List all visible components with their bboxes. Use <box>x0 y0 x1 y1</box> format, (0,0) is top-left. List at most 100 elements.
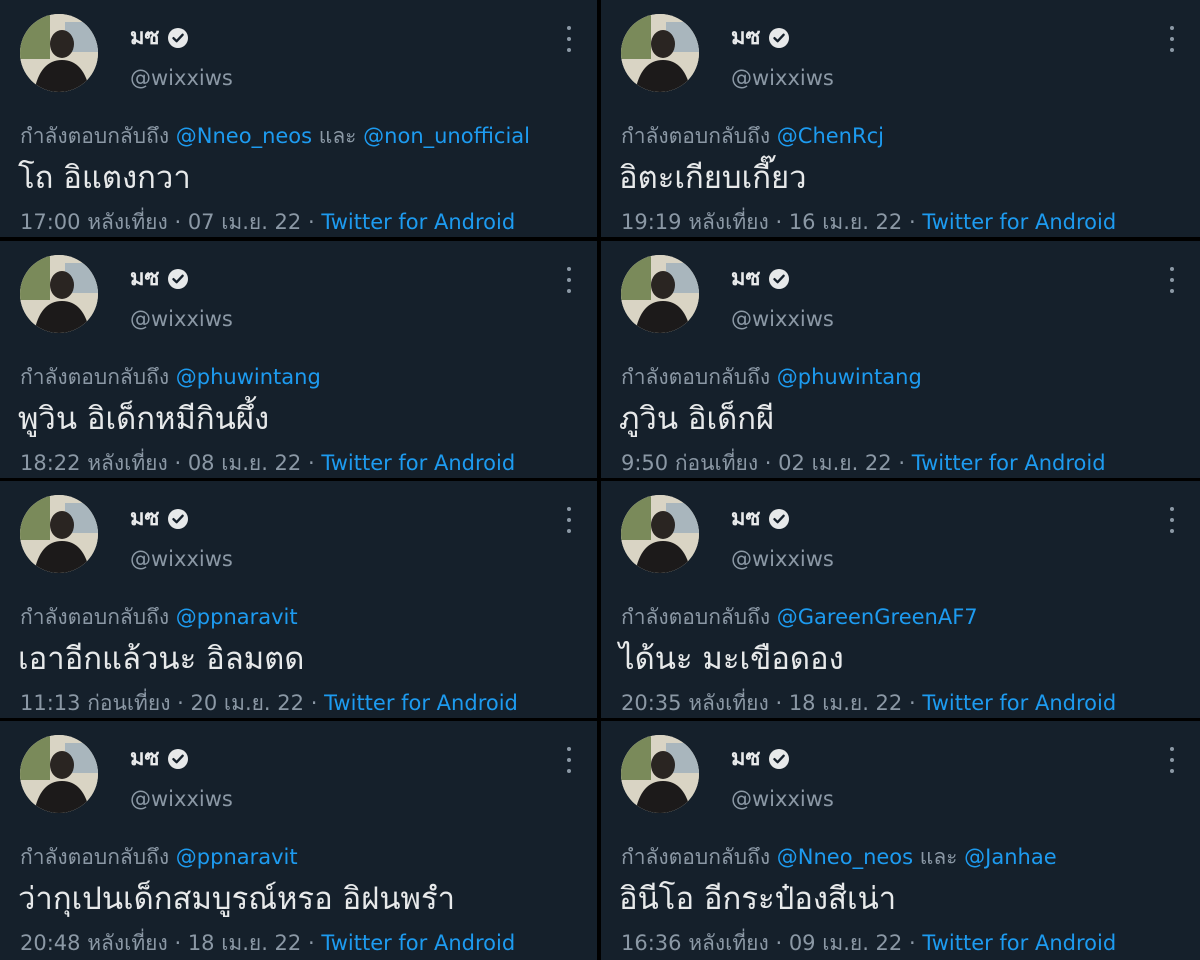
author-name-row[interactable]: มซ <box>130 745 189 773</box>
mention-join: และ <box>318 124 357 148</box>
user-handle[interactable]: @wixxiws <box>731 545 834 573</box>
user-handle[interactable]: @wixxiws <box>130 305 233 333</box>
tweet-time[interactable]: 18:22 หลังเที่ยง <box>20 451 168 475</box>
tweet-time[interactable]: 16:36 หลังเที่ยง <box>621 931 769 955</box>
avatar[interactable] <box>621 255 699 333</box>
more-options-icon[interactable] <box>561 747 577 773</box>
display-name[interactable]: มซ <box>731 505 760 533</box>
display-name[interactable]: มซ <box>130 265 159 293</box>
tweet-card[interactable]: มซ @wixxiws กำลังตอบกลับถึง @ChenRcj อิต… <box>601 0 1200 237</box>
reply-prefix: กำลังตอบกลับถึง <box>621 845 771 869</box>
meta-separator: · <box>775 931 783 955</box>
source-link[interactable]: Twitter for Android <box>321 210 515 234</box>
author-name-row[interactable]: มซ <box>731 745 790 773</box>
more-options-icon[interactable] <box>561 507 577 533</box>
tweet-time[interactable]: 20:48 หลังเที่ยง <box>20 931 168 955</box>
tweet-date[interactable]: 18 เม.ย. 22 <box>789 691 902 715</box>
reply-context: กำลังตอบกลับถึง @Nneo_neos และ @non_unof… <box>20 122 530 150</box>
tweet-text: ภูวิน อิเด็กผี <box>619 401 775 437</box>
mention-link[interactable]: @Nneo_neos <box>176 124 312 148</box>
display-name[interactable]: มซ <box>731 745 760 773</box>
tweet-card[interactable]: มซ @wixxiws กำลังตอบกลับถึง @GareenGreen… <box>601 481 1200 718</box>
tweet-date[interactable]: 18 เม.ย. 22 <box>188 931 301 955</box>
user-handle[interactable]: @wixxiws <box>731 64 834 92</box>
mention-link[interactable]: @phuwintang <box>176 365 321 389</box>
tweet-time[interactable]: 9:50 ก่อนเที่ยง <box>621 451 758 475</box>
source-link[interactable]: Twitter for Android <box>324 691 518 715</box>
mention-link[interactable]: @Janhae <box>964 845 1056 869</box>
tweet-date[interactable]: 02 เม.ย. 22 <box>778 451 891 475</box>
avatar[interactable] <box>20 495 98 573</box>
meta-separator: · <box>177 691 184 715</box>
mention-link[interactable]: @ppnaravit <box>176 845 298 869</box>
tweet-time[interactable]: 20:35 หลังเที่ยง <box>621 691 769 715</box>
meta-separator: · <box>174 931 182 955</box>
tweet-card[interactable]: มซ @wixxiws กำลังตอบกลับถึง @phuwintang … <box>601 241 1200 478</box>
tweet-date[interactable]: 07 เม.ย. 22 <box>188 210 301 234</box>
source-link[interactable]: Twitter for Android <box>922 931 1116 955</box>
author-name-row[interactable]: มซ <box>731 24 790 52</box>
more-options-icon[interactable] <box>561 26 577 52</box>
source-link[interactable]: Twitter for Android <box>922 691 1116 715</box>
mention-link[interactable]: @ppnaravit <box>176 605 298 629</box>
tweet-meta: 20:35 หลังเที่ยง · 18 เม.ย. 22 · Twitter… <box>621 689 1116 717</box>
tweet-card[interactable]: มซ @wixxiws กำลังตอบกลับถึง @Nneo_neos แ… <box>0 0 597 237</box>
user-handle[interactable]: @wixxiws <box>130 64 233 92</box>
more-options-icon[interactable] <box>1164 267 1180 293</box>
display-name[interactable]: มซ <box>731 24 760 52</box>
display-name[interactable]: มซ <box>731 265 760 293</box>
display-name[interactable]: มซ <box>130 505 159 533</box>
avatar[interactable] <box>621 495 699 573</box>
mention-link[interactable]: @Nneo_neos <box>777 845 913 869</box>
meta-separator: · <box>908 691 916 715</box>
author-name-row[interactable]: มซ <box>731 505 790 533</box>
reply-context: กำลังตอบกลับถึง @ppnaravit <box>20 603 298 631</box>
source-link[interactable]: Twitter for Android <box>922 210 1116 234</box>
mention-link[interactable]: @phuwintang <box>777 365 922 389</box>
user-handle[interactable]: @wixxiws <box>130 545 233 573</box>
user-handle[interactable]: @wixxiws <box>731 305 834 333</box>
avatar[interactable] <box>20 255 98 333</box>
tweet-card[interactable]: มซ @wixxiws กำลังตอบกลับถึง @phuwintang … <box>0 241 597 478</box>
user-handle[interactable]: @wixxiws <box>130 785 233 813</box>
source-link[interactable]: Twitter for Android <box>321 451 515 475</box>
meta-separator: · <box>307 931 315 955</box>
tweet-date[interactable]: 09 เม.ย. 22 <box>789 931 902 955</box>
mention-link[interactable]: @GareenGreenAF7 <box>777 605 978 629</box>
tweet-card[interactable]: มซ @wixxiws กำลังตอบกลับถึง @ppnaravit ว… <box>0 721 597 960</box>
tweet-date[interactable]: 20 เม.ย. 22 <box>191 691 304 715</box>
tweet-time[interactable]: 17:00 หลังเที่ยง <box>20 210 168 234</box>
tweet-meta: 17:00 หลังเที่ยง · 07 เม.ย. 22 · Twitter… <box>20 208 515 236</box>
author-name-row[interactable]: มซ <box>130 24 189 52</box>
avatar[interactable] <box>621 735 699 813</box>
tweet-time[interactable]: 11:13 ก่อนเที่ยง <box>20 691 170 715</box>
avatar[interactable] <box>20 14 98 92</box>
tweet-text: ได้นะ มะเขือดอง <box>619 641 844 677</box>
verified-badge-icon <box>769 269 790 289</box>
mention-link[interactable]: @non_unofficial <box>363 124 530 148</box>
author-name-row[interactable]: มซ <box>731 265 790 293</box>
verified-badge-icon <box>168 28 189 48</box>
source-link[interactable]: Twitter for Android <box>321 931 515 955</box>
display-name[interactable]: มซ <box>130 745 159 773</box>
more-options-icon[interactable] <box>1164 26 1180 52</box>
display-name[interactable]: มซ <box>130 24 159 52</box>
avatar[interactable] <box>621 14 699 92</box>
author-name-row[interactable]: มซ <box>130 265 189 293</box>
reply-prefix: กำลังตอบกลับถึง <box>20 845 170 869</box>
tweet-date[interactable]: 16 เม.ย. 22 <box>789 210 902 234</box>
more-options-icon[interactable] <box>561 267 577 293</box>
tweet-time[interactable]: 19:19 หลังเที่ยง <box>621 210 769 234</box>
tweet-card[interactable]: มซ @wixxiws กำลังตอบกลับถึง @Nneo_neos แ… <box>601 721 1200 960</box>
source-link[interactable]: Twitter for Android <box>912 451 1106 475</box>
tweet-date[interactable]: 08 เม.ย. 22 <box>188 451 301 475</box>
more-options-icon[interactable] <box>1164 747 1180 773</box>
user-handle[interactable]: @wixxiws <box>731 785 834 813</box>
author-name-row[interactable]: มซ <box>130 505 189 533</box>
mention-link[interactable]: @ChenRcj <box>777 124 884 148</box>
avatar[interactable] <box>20 735 98 813</box>
reply-context: กำลังตอบกลับถึง @Nneo_neos และ @Janhae <box>621 843 1057 871</box>
tweet-card[interactable]: มซ @wixxiws กำลังตอบกลับถึง @ppnaravit เ… <box>0 481 597 718</box>
tweet-text: อินีโอ อีกระป๋องสีเน่า <box>619 881 897 917</box>
more-options-icon[interactable] <box>1164 507 1180 533</box>
